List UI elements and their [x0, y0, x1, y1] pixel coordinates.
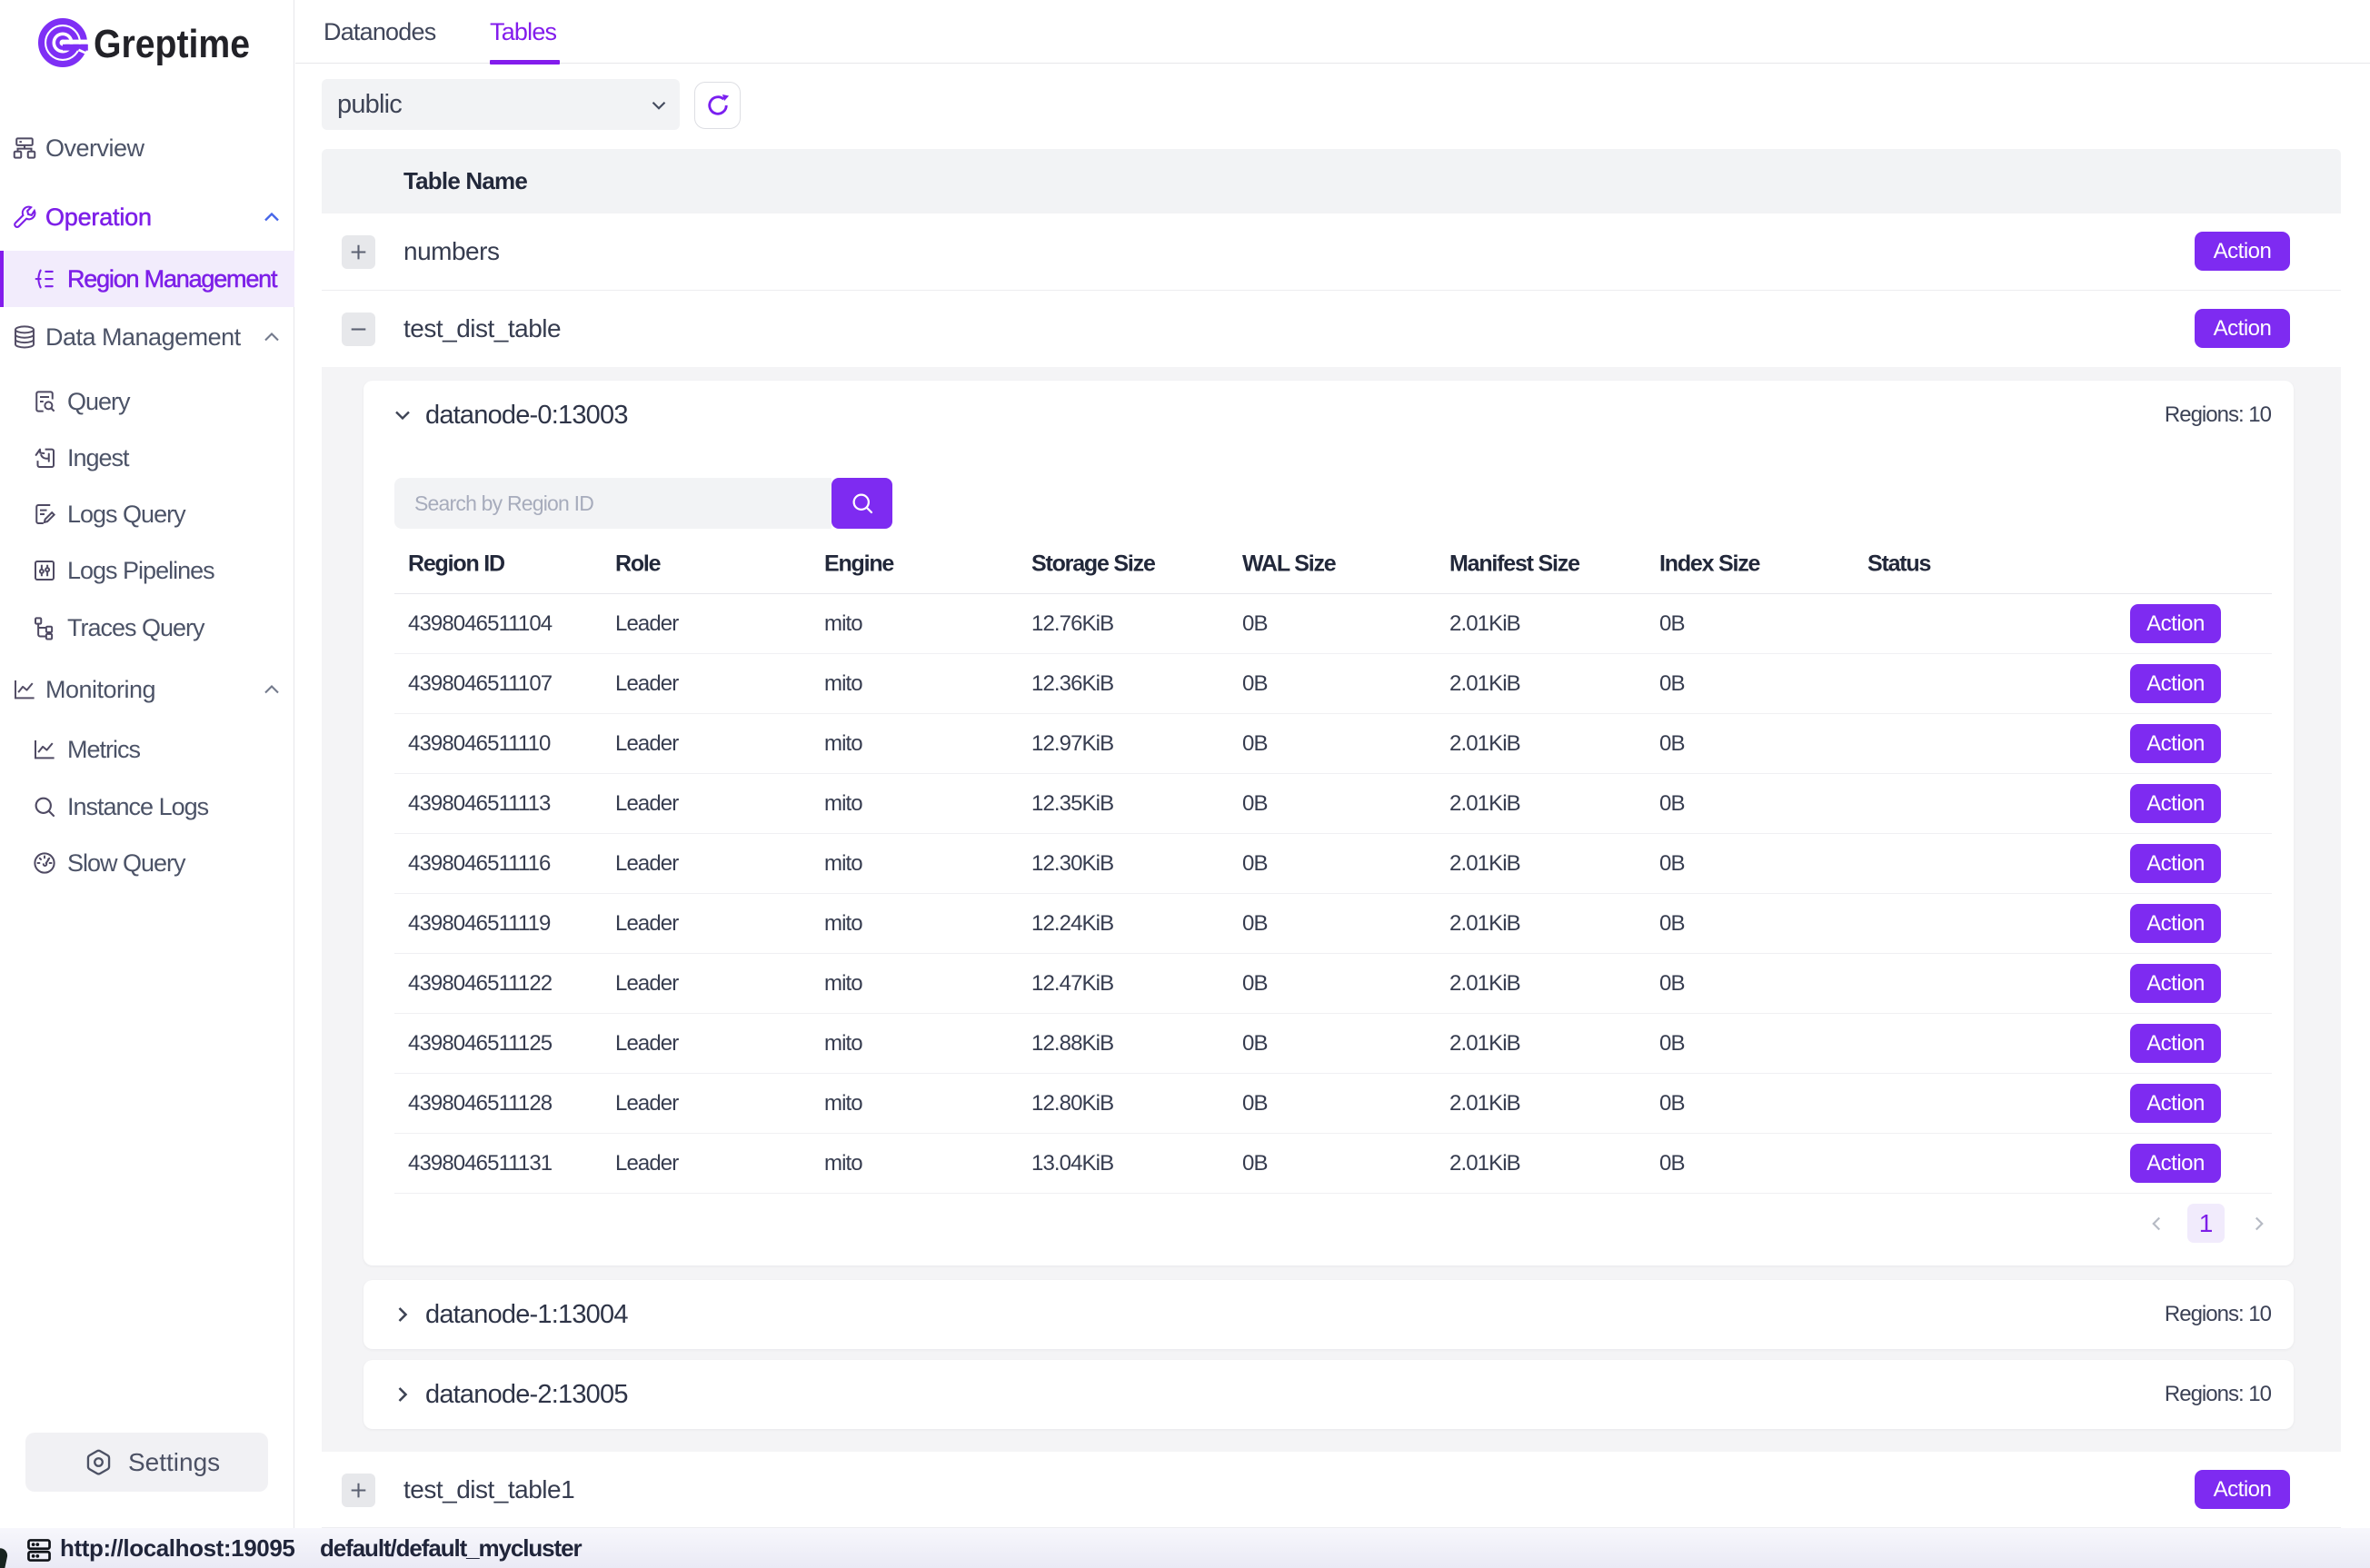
- svg-text:Greptime: Greptime: [94, 22, 250, 66]
